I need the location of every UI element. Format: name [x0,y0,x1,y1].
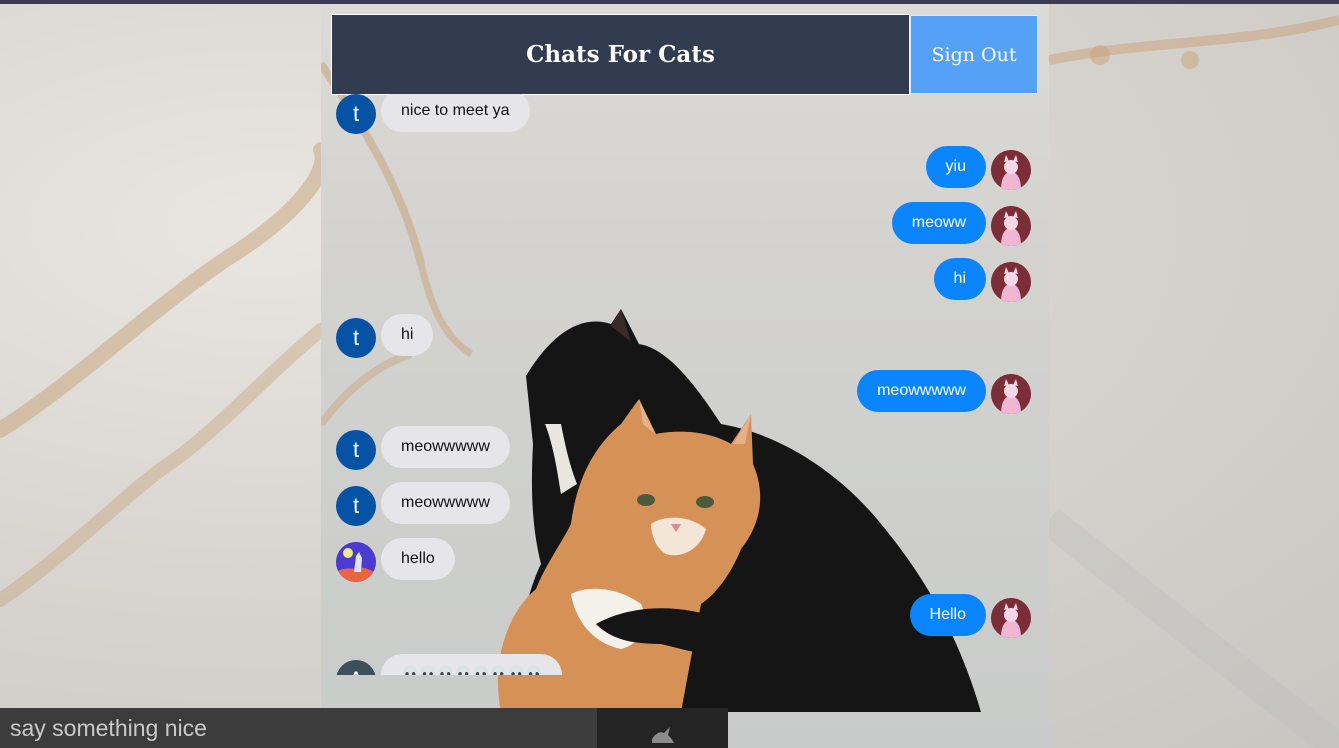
message-bubble: meowwwww [381,426,510,468]
chat-app: Chats For Cats Sign Out t nice to meet y… [321,4,1049,748]
message-bubble: 💀💀💀💀💀💀💀💀 [381,654,563,675]
message-bubble: Hello [909,594,986,636]
message-received: t meowwwww [336,426,636,470]
message-sent: hi [831,258,1031,302]
user-avatar: t [336,318,376,358]
message-received: t meowwwww [336,482,636,526]
sign-out-button[interactable]: Sign Out [910,15,1038,94]
message-received: t nice to meet ya [336,94,636,134]
message-bubble: hi [381,314,434,356]
message-sent: meowwwww [811,370,1031,414]
cat-avatar-icon [991,598,1031,638]
cat-avatar-icon [991,206,1031,246]
cat-avatar-icon [991,262,1031,302]
app-title: Chats For Cats [526,41,715,68]
message-bubble: hi [933,258,986,300]
message-sent: meoww [831,202,1031,246]
user-avatar: t [336,486,376,526]
send-button[interactable] [597,708,728,748]
message-bubble: meoww [891,202,986,244]
message-sent: Hello [831,594,1031,638]
dove-icon [650,725,676,748]
app-header: Chats For Cats [331,14,910,95]
message-received: hello [336,538,636,582]
user-avatar: t [336,94,376,134]
message-bubble: nice to meet ya [381,94,530,132]
message-list[interactable]: t nice to meet ya yiu meoww hi t hi meow… [321,94,1049,675]
message-received: A 💀💀💀💀💀💀💀💀 [336,650,656,675]
message-bubble: meowwwww [857,370,986,412]
message-input[interactable] [0,708,597,748]
message-sent: yiu [831,146,1031,190]
cat-avatar-icon [991,150,1031,190]
message-bubble: meowwwww [381,482,510,524]
message-received: t hi [336,314,636,358]
wolf-avatar-icon [336,542,376,582]
cat-avatar-icon [991,374,1031,414]
message-bubble: hello [381,538,455,580]
user-avatar: A [336,660,376,675]
message-bubble: yiu [925,146,986,188]
user-avatar: t [336,430,376,470]
